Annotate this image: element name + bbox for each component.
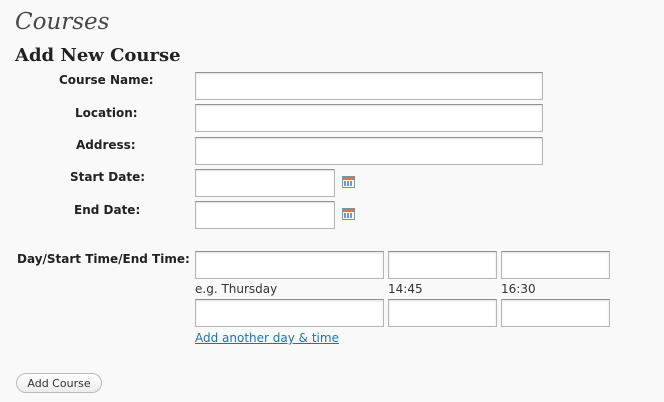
form-heading: Add New Course <box>15 45 181 66</box>
day-input[interactable] <box>195 251 384 279</box>
course-name-input[interactable] <box>195 72 543 100</box>
day-hint: e.g. Thursday <box>195 282 278 296</box>
course-name-label: Course Name: <box>59 73 154 87</box>
start-date-input[interactable] <box>195 169 335 197</box>
location-input[interactable] <box>195 104 543 132</box>
day-input[interactable] <box>195 299 384 327</box>
schedule-label: Day/Start Time/End Time: <box>17 252 190 266</box>
end-date-label: End Date: <box>74 203 141 217</box>
start-time-input[interactable] <box>388 251 497 279</box>
address-input[interactable] <box>195 137 543 165</box>
end-time-hint: 16:30 <box>501 282 536 296</box>
add-day-time-link[interactable]: Add another day & time <box>195 331 339 345</box>
page-title: Courses <box>15 9 110 35</box>
end-time-input[interactable] <box>501 251 610 279</box>
location-label: Location: <box>75 106 138 120</box>
calendar-icon[interactable] <box>342 176 355 188</box>
add-course-button[interactable]: Add Course <box>16 373 102 393</box>
start-time-hint: 14:45 <box>388 282 423 296</box>
end-time-input[interactable] <box>501 299 610 327</box>
start-time-input[interactable] <box>388 299 497 327</box>
start-date-label: Start Date: <box>70 170 146 184</box>
calendar-icon[interactable] <box>342 208 355 220</box>
end-date-input[interactable] <box>195 201 335 229</box>
address-label: Address: <box>76 138 136 152</box>
